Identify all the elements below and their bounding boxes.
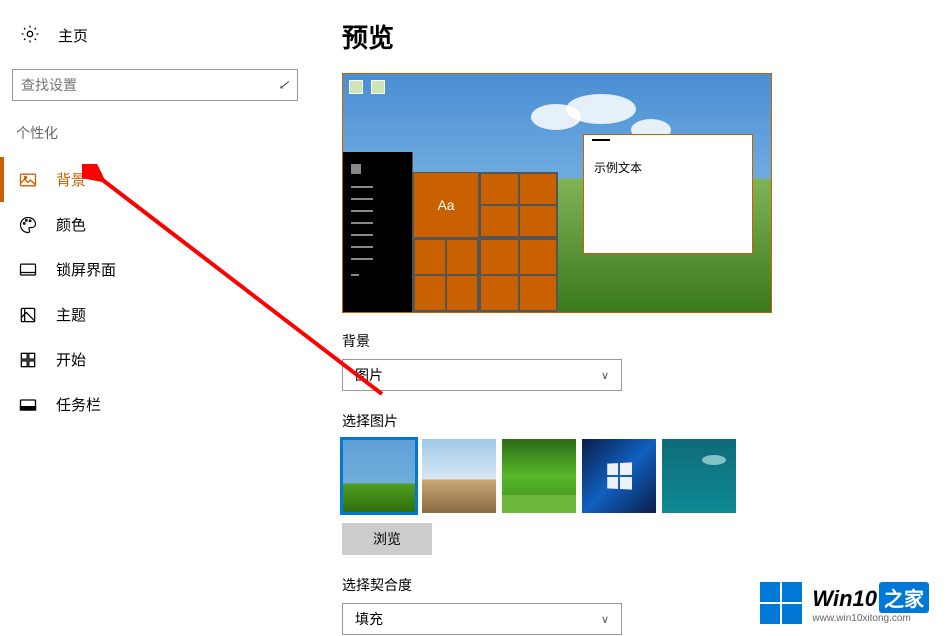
chevron-down-icon: ∨ — [601, 369, 609, 382]
palette-icon — [18, 215, 38, 235]
lockscreen-icon — [18, 260, 38, 280]
preview-sample-window: 示例文本 — [583, 134, 753, 254]
sidebar-item-background[interactable]: 背景 — [0, 157, 310, 202]
preview-title: 预览 — [342, 18, 947, 55]
select-value: 图片 — [355, 365, 383, 385]
settings-sidebar: 主页 ↙︎ 个性化 背景 — [0, 0, 310, 636]
thumb-4[interactable] — [582, 439, 656, 513]
nav-label: 颜色 — [56, 214, 86, 235]
browse-button[interactable]: 浏览 — [342, 523, 432, 555]
background-select[interactable]: 图片 ∨ — [342, 359, 622, 391]
preview-tiles: Aa — [413, 172, 558, 312]
picture-thumbs — [342, 439, 947, 513]
nav-label: 任务栏 — [56, 394, 101, 415]
picture-icon — [18, 170, 38, 190]
taskbar-icon — [18, 395, 38, 415]
themes-icon — [18, 305, 38, 325]
preview-box: Aa 示例文本 — [342, 73, 772, 313]
background-label: 背景 — [342, 331, 947, 351]
nav-label: 开始 — [56, 349, 86, 370]
watermark-title: Win10之家 — [812, 582, 929, 613]
preview-start-panel — [343, 152, 413, 312]
nav-list: 背景 颜色 锁屏界面 — [0, 157, 310, 427]
chevron-down-icon: ∨ — [601, 613, 609, 626]
tile-aa: Aa — [413, 172, 479, 238]
sample-text: 示例文本 — [594, 159, 742, 176]
sidebar-item-lockscreen[interactable]: 锁屏界面 — [0, 247, 310, 292]
thumb-5[interactable] — [662, 439, 736, 513]
thumb-2[interactable] — [422, 439, 496, 513]
nav-label: 主题 — [56, 304, 86, 325]
search-input[interactable] — [21, 77, 278, 93]
sidebar-item-themes[interactable]: 主题 — [0, 292, 310, 337]
home-row[interactable]: 主页 — [0, 18, 310, 61]
thumb-1[interactable] — [342, 439, 416, 513]
choose-picture-label: 选择图片 — [342, 411, 947, 431]
nav-label: 锁屏界面 — [56, 259, 116, 280]
watermark: Win10之家 www.win10xitong.com — [760, 582, 929, 624]
sidebar-item-start[interactable]: 开始 — [0, 337, 310, 382]
start-icon — [18, 350, 38, 370]
fit-select[interactable]: 填充 ∨ — [342, 603, 622, 635]
search-box[interactable]: ↙︎ — [12, 69, 298, 101]
search-icon: ↙︎ — [278, 77, 289, 93]
nav-label: 背景 — [56, 169, 86, 190]
sidebar-item-taskbar[interactable]: 任务栏 — [0, 382, 310, 427]
sidebar-item-colors[interactable]: 颜色 — [0, 202, 310, 247]
windows-logo-icon — [760, 582, 802, 624]
preview-desktop-icons — [349, 80, 385, 94]
select-value: 填充 — [355, 609, 383, 629]
watermark-url: www.win10xitong.com — [812, 613, 929, 624]
gear-icon — [20, 24, 40, 47]
section-title: 个性化 — [0, 123, 310, 157]
thumb-3[interactable] — [502, 439, 576, 513]
home-label: 主页 — [58, 25, 88, 46]
main-content: 预览 Aa — [310, 0, 947, 636]
